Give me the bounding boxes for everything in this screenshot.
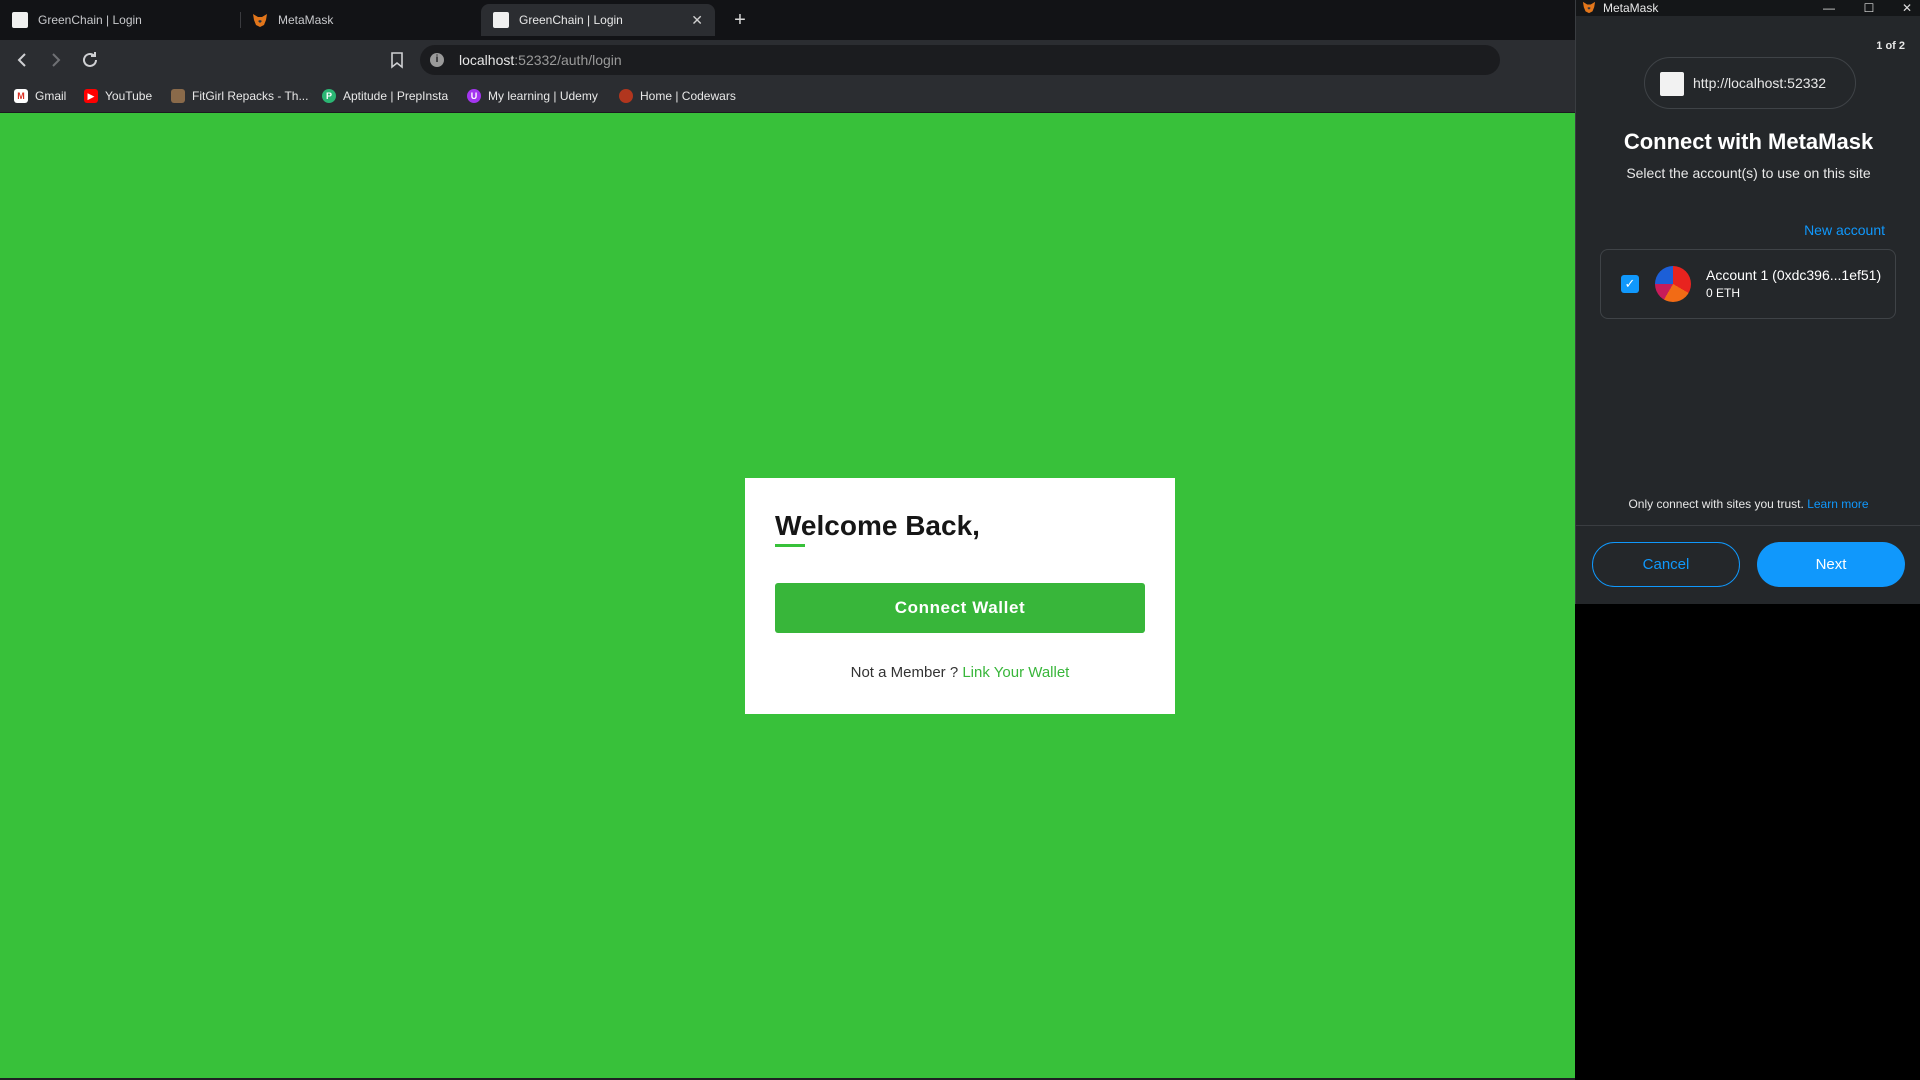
metamask-fox-icon — [1582, 1, 1596, 14]
not-member-text: Not a Member ? — [850, 664, 959, 681]
codewars-icon — [619, 89, 633, 103]
fitgirl-icon — [171, 89, 185, 103]
address-bar[interactable]: i localhost:52332/auth/login — [420, 45, 1912, 75]
metamask-window-title: MetaMask — [1603, 1, 1659, 15]
udemy-icon: U — [467, 89, 481, 103]
tab-metamask[interactable]: MetaMask — [240, 4, 476, 36]
youtube-icon: ▶ — [84, 89, 98, 103]
bookmark-udemy[interactable]: U My learning | Udemy — [467, 86, 598, 106]
browser-window: GreenChain | Login MetaMask GreenChain |… — [0, 0, 1912, 1080]
url-text[interactable]: localhost:52332/auth/login — [459, 52, 622, 68]
bookmark-gmail[interactable]: M Gmail — [14, 86, 66, 106]
bookmark-fitgirl[interactable]: FitGirl Repacks - Th... — [171, 86, 308, 106]
site-origin-text: http://localhost:52332 — [1693, 75, 1827, 91]
gmail-icon: M — [14, 89, 28, 103]
bookmark-label: Home | Codewars — [640, 89, 736, 103]
connect-heading: Connect with MetaMask — [1623, 129, 1874, 154]
bookmark-prepinsta[interactable]: P Aptitude | PrepInsta — [322, 86, 448, 106]
bookmark-label: My learning | Udemy — [488, 89, 598, 103]
back-arrow-icon — [17, 53, 26, 67]
footer-divider — [1576, 525, 1920, 526]
account-avatar — [1655, 266, 1691, 302]
learn-more-link[interactable]: Learn more — [1807, 497, 1868, 511]
site-info-icon[interactable]: i — [430, 53, 444, 67]
account-row[interactable]: ✓ Account 1 (0xdc396...1ef51) 0 ETH — [1600, 249, 1896, 319]
close-window-icon[interactable]: ✕ — [1895, 0, 1919, 16]
greenchain-favicon-icon — [12, 12, 28, 28]
bookmark-youtube[interactable]: ▶ YouTube — [84, 86, 152, 106]
prepinsta-icon: P — [322, 89, 336, 103]
maximize-icon[interactable]: ☐ — [1857, 0, 1881, 16]
connect-wallet-button[interactable]: Connect Wallet — [775, 583, 1145, 633]
toolbar: i localhost:52332/auth/login — [0, 40, 1912, 80]
site-origin-pill: http://localhost:52332 — [1644, 57, 1856, 109]
url-path: :52332/auth/login — [514, 52, 622, 68]
reload-button[interactable] — [78, 48, 102, 72]
bookmark-label: Aptitude | PrepInsta — [343, 89, 449, 103]
welcome-heading: Welcome Back, — [775, 510, 980, 541]
bookmark-label: Gmail — [35, 89, 67, 103]
close-tab-icon[interactable]: ✕ — [691, 12, 703, 29]
link-wallet-link[interactable]: Link Your Wallet — [962, 664, 1069, 681]
metamask-fox-icon — [252, 12, 268, 28]
account-balance: 0 ETH — [1706, 286, 1741, 300]
member-line: Not a Member ? Link Your Wallet — [745, 664, 1175, 681]
tab-title: GreenChain | Login — [519, 13, 623, 27]
screen: GreenChain | Login MetaMask GreenChain |… — [0, 0, 1920, 1080]
page-content: Welcome Back, Connect Wallet Not a Membe… — [0, 113, 1575, 1078]
url-host: localhost — [459, 52, 515, 68]
back-button[interactable] — [10, 48, 34, 72]
cancel-button[interactable]: Cancel — [1592, 542, 1740, 587]
forward-button[interactable] — [44, 48, 68, 72]
account-checkbox[interactable]: ✓ — [1621, 275, 1639, 293]
next-button[interactable]: Next — [1757, 542, 1905, 587]
new-account-link[interactable]: New account — [1804, 222, 1885, 238]
forward-arrow-icon — [52, 53, 61, 67]
reload-icon — [83, 52, 97, 67]
account-name: Account 1 (0xdc396...1ef51) — [1706, 267, 1882, 283]
bookmark-label: FitGirl Repacks - Th... — [192, 89, 309, 103]
metamask-titlebar: MetaMask — ☐ ✕ — [1576, 0, 1920, 16]
bookmark-icon — [391, 52, 403, 69]
bookmark-button[interactable] — [386, 48, 408, 72]
trust-notice: Only connect with sites you trust. Learn… — [1576, 497, 1920, 511]
bookmark-label: YouTube — [105, 89, 153, 103]
tab-greenchain-1[interactable]: GreenChain | Login — [0, 4, 236, 36]
trust-text: Only connect with sites you trust. — [1628, 497, 1804, 511]
tab-bar: GreenChain | Login MetaMask GreenChain |… — [0, 0, 1575, 40]
minimize-icon[interactable]: — — [1817, 0, 1841, 16]
site-favicon-icon — [1660, 72, 1684, 96]
bookmarks-bar: M Gmail ▶ YouTube FitGirl Repacks - Th..… — [0, 80, 1575, 113]
bookmark-codewars[interactable]: Home | Codewars — [619, 86, 736, 106]
page-counter: 1 of 2 — [1876, 40, 1905, 52]
tab-title: GreenChain | Login — [38, 13, 142, 27]
metamask-popup: MetaMask — ☐ ✕ 1 of 2 http://localhost:5… — [1575, 0, 1920, 604]
tab-greenchain-active[interactable]: GreenChain | Login ✕ — [481, 4, 715, 36]
connect-subheading: Select the account(s) to use on this sit… — [1626, 165, 1871, 181]
new-tab-button[interactable]: + — [728, 6, 752, 34]
login-card: Welcome Back, Connect Wallet Not a Membe… — [745, 478, 1175, 714]
greenchain-favicon-icon — [493, 12, 509, 28]
heading-underline — [775, 544, 805, 547]
tab-title: MetaMask — [278, 13, 334, 27]
